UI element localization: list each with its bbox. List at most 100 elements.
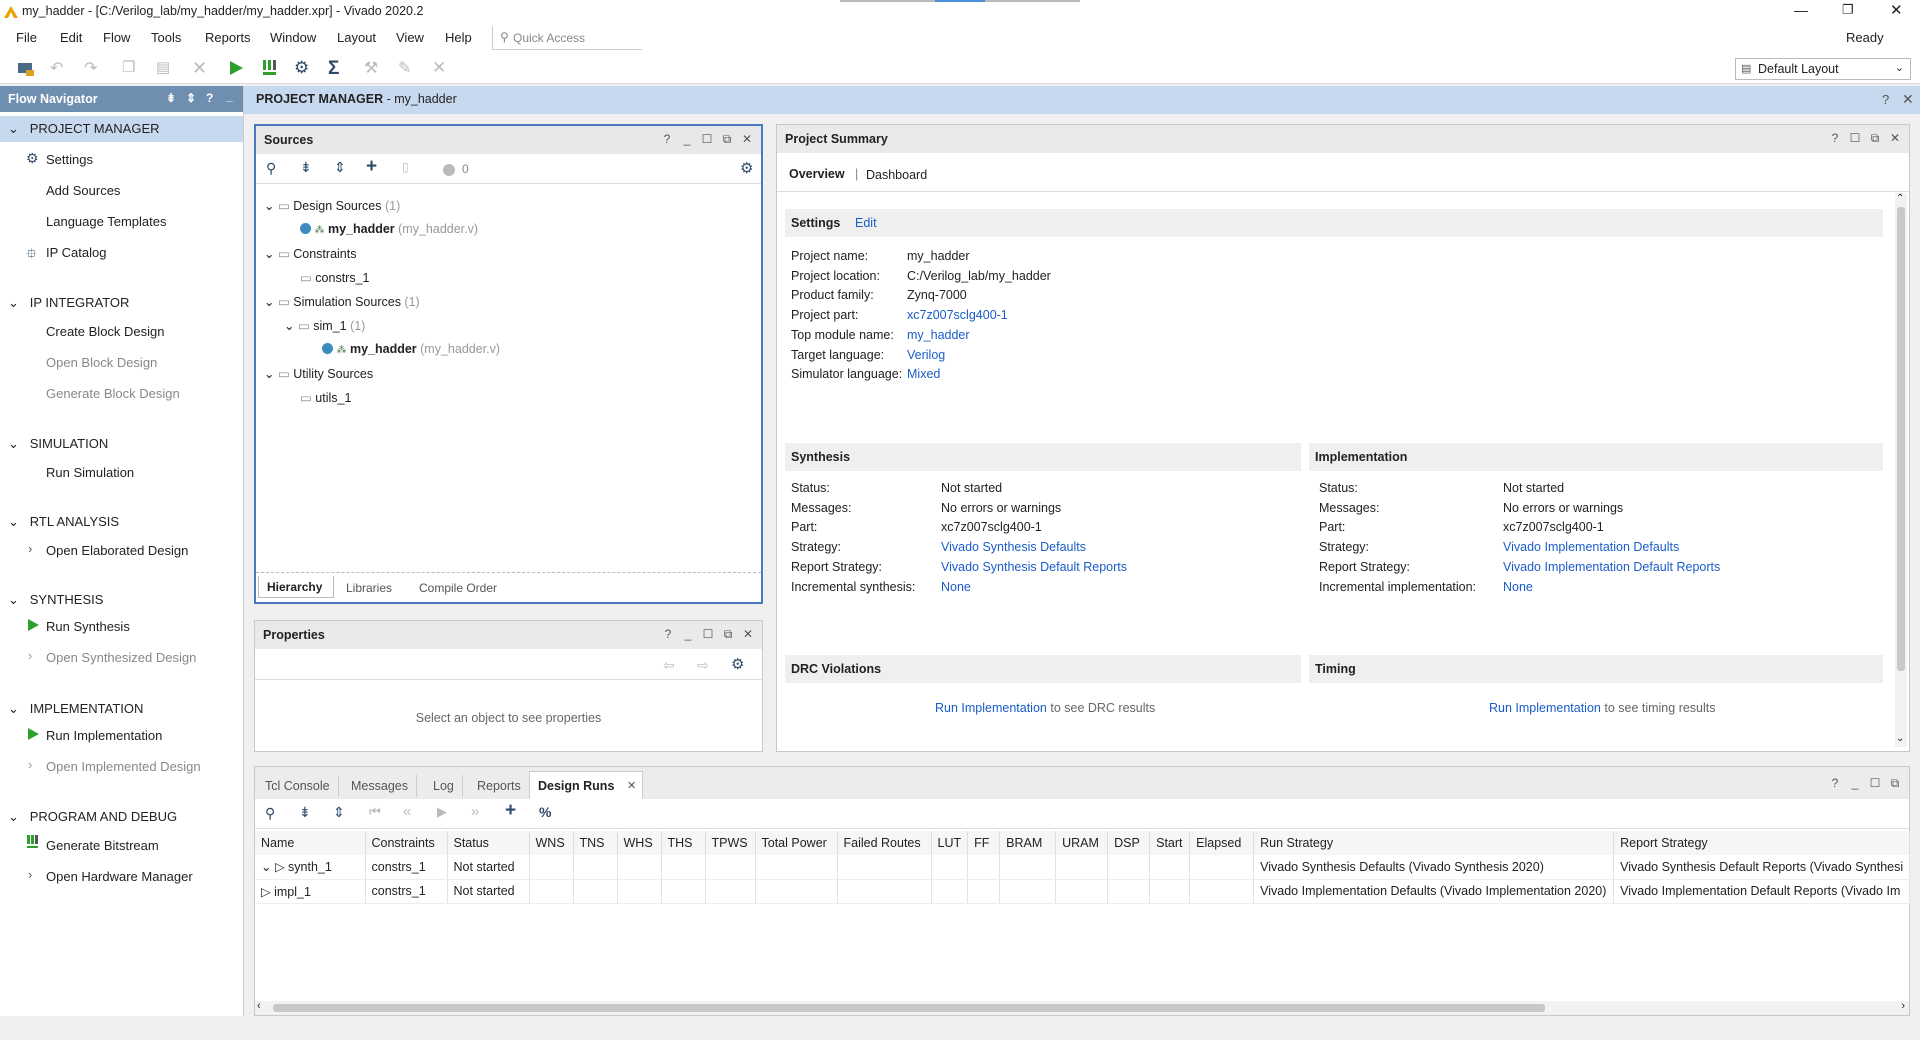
synthesis-value[interactable]: Vivado Synthesis Defaults (941, 540, 1086, 554)
implementation-value[interactable]: None (1503, 580, 1533, 594)
horizontal-scrollbar[interactable]: ‹ › (255, 1000, 1909, 1015)
redo-icon[interactable]: ↷ (84, 58, 104, 78)
tab-reports[interactable]: Reports (469, 775, 530, 797)
column-header[interactable]: Run Strategy (1253, 831, 1615, 855)
close-icon[interactable]: ✕ (741, 132, 753, 146)
bitstream-icon[interactable] (260, 58, 280, 78)
search-icon[interactable]: ⚲ (265, 805, 275, 822)
column-header[interactable]: WHS (617, 831, 662, 855)
section-ip-integrator[interactable]: ⌄ IP INTEGRATOR (8, 295, 129, 311)
tab-compile-order[interactable]: Compile Order (419, 581, 497, 595)
nav-generate-bitstream[interactable]: Generate Bitstream (46, 838, 159, 853)
collapse-all-icon[interactable]: ⇟ (166, 91, 176, 105)
scrollbar-thumb[interactable] (273, 1004, 1545, 1012)
tree-utils-1[interactable]: ▭ utils_1 (300, 390, 351, 405)
implementation-value[interactable]: Vivado Implementation Default Reports (1503, 560, 1720, 574)
nav-open-synthesized-design[interactable]: Open Synthesized Design (46, 650, 196, 665)
column-header[interactable]: Constraints (365, 831, 448, 855)
section-program-and-debug[interactable]: ⌄ PROGRAM AND DEBUG (8, 809, 177, 825)
tab-overview[interactable]: Overview (789, 167, 845, 181)
column-header[interactable]: THS (661, 831, 706, 855)
menu-window[interactable]: Window (270, 30, 316, 45)
synthesis-value[interactable]: None (941, 580, 971, 594)
scroll-right-icon[interactable]: › (1901, 1000, 1905, 1012)
scroll-left-icon[interactable]: ‹ (257, 1000, 261, 1012)
section-rtl-analysis[interactable]: ⌄ RTL ANALYSIS (8, 514, 119, 530)
minimize-icon[interactable]: _ (682, 627, 694, 641)
float-icon[interactable]: ⧉ (1869, 131, 1881, 145)
float-icon[interactable]: ⧉ (721, 132, 733, 146)
help-icon[interactable]: ? (661, 132, 673, 146)
column-header[interactable]: Total Power (755, 831, 838, 855)
column-header[interactable]: WNS (529, 831, 574, 855)
close-icon[interactable]: ✕ (1902, 91, 1914, 108)
nav-open-elaborated-design[interactable]: Open Elaborated Design (46, 543, 188, 558)
nav-language-templates[interactable]: Language Templates (46, 214, 166, 229)
open-project-icon[interactable] (16, 58, 36, 78)
tree-sim-top-module[interactable]: ⁂ my_hadder (my_hadder.v) (322, 342, 500, 356)
table-row[interactable]: ⌄ ▷ synth_1 constrs_1 Not started Vivado Sy… (255, 855, 1911, 880)
column-header[interactable]: Start (1149, 831, 1191, 855)
column-header[interactable]: URAM (1055, 831, 1109, 855)
previous-icon[interactable]: « (403, 803, 411, 820)
section-simulation[interactable]: ⌄ SIMULATION (8, 436, 108, 452)
menu-flow[interactable]: Flow (103, 30, 130, 45)
tab-tcl-console[interactable]: Tcl Console (257, 775, 339, 797)
menu-help[interactable]: Help (445, 30, 472, 45)
settings-value[interactable]: Verilog (907, 348, 945, 362)
tree-utility-sources[interactable]: ⌄ ▭ Utility Sources (264, 366, 373, 381)
drc-run-implementation-link[interactable]: Run Implementation (935, 701, 1047, 715)
settings-value[interactable]: xc7z007sclg400-1 (907, 308, 1008, 322)
quick-access-box[interactable]: ⚲ Quick Access (492, 26, 642, 50)
column-header[interactable]: TNS (573, 831, 618, 855)
menu-reports[interactable]: Reports (205, 30, 251, 45)
tab-libraries[interactable]: Libraries (346, 581, 392, 595)
next-icon[interactable]: » (471, 803, 479, 820)
float-icon[interactable]: ⧉ (722, 627, 734, 641)
menu-edit[interactable]: Edit (60, 30, 82, 45)
expand-all-icon[interactable]: ⇕ (333, 804, 345, 821)
column-header[interactable]: BRAM (999, 831, 1057, 855)
section-project-manager[interactable]: ⌄ PROJECT MANAGER (8, 121, 160, 137)
tree-design-sources[interactable]: ⌄ ▭ Design Sources (1) (264, 198, 400, 213)
help-icon[interactable]: ? (662, 627, 674, 641)
close-window-button[interactable]: ✕ (1890, 1, 1903, 19)
undo-icon[interactable]: ↶ (50, 58, 70, 78)
help-icon[interactable]: ? (1829, 776, 1841, 790)
settings-edit-link[interactable]: Edit (855, 216, 877, 230)
settings-gear-icon[interactable]: ⚙ (740, 159, 753, 177)
maximize-icon[interactable]: ☐ (702, 627, 714, 641)
nav-open-block-design[interactable]: Open Block Design (46, 355, 157, 370)
delete-icon[interactable]: ✕ (192, 58, 212, 78)
settings-gear-icon[interactable]: ⚙ (731, 655, 744, 673)
scrollbar-thumb[interactable] (1897, 207, 1905, 671)
tree-sim-1[interactable]: ⌄ ▭ sim_1 (1) (284, 318, 365, 333)
nav-run-simulation[interactable]: Run Simulation (46, 465, 134, 480)
close-icon[interactable]: ✕ (1889, 131, 1901, 145)
expand-all-icon[interactable]: ⇕ (334, 159, 346, 176)
expand-all-icon[interactable]: ⇕ (186, 91, 196, 105)
timing-run-implementation-link[interactable]: Run Implementation (1489, 701, 1601, 715)
run-icon[interactable] (226, 58, 246, 78)
unknown-file-icon[interactable]: ▯ (402, 160, 409, 174)
section-implementation[interactable]: ⌄ IMPLEMENTATION (8, 701, 143, 717)
tab-messages[interactable]: Messages (343, 775, 417, 797)
maximize-icon[interactable]: ☐ (1869, 776, 1881, 790)
paste-icon[interactable]: ▤ (156, 58, 176, 78)
collapse-all-icon[interactable]: ⇟ (300, 159, 312, 176)
menu-view[interactable]: View (396, 30, 424, 45)
nav-ip-catalog[interactable]: IP Catalog (46, 245, 106, 260)
tab-log[interactable]: Log (425, 775, 463, 797)
forward-arrow-icon[interactable]: ⇨ (697, 657, 709, 674)
close-tab-icon[interactable]: ✕ (627, 779, 636, 792)
play-icon[interactable]: ▶ (437, 804, 447, 820)
column-header[interactable]: Failed Routes (837, 831, 932, 855)
minimize-button[interactable]: — (1794, 2, 1808, 18)
help-icon[interactable]: ? (206, 91, 213, 105)
tab-hierarchy[interactable]: Hierarchy (258, 576, 334, 598)
column-header[interactable]: Status (447, 831, 530, 855)
help-icon[interactable]: ? (1882, 92, 1889, 107)
collapse-all-icon[interactable]: ⇟ (299, 804, 311, 821)
column-header[interactable]: FF (967, 831, 1001, 855)
maximize-icon[interactable]: ☐ (1849, 131, 1861, 145)
